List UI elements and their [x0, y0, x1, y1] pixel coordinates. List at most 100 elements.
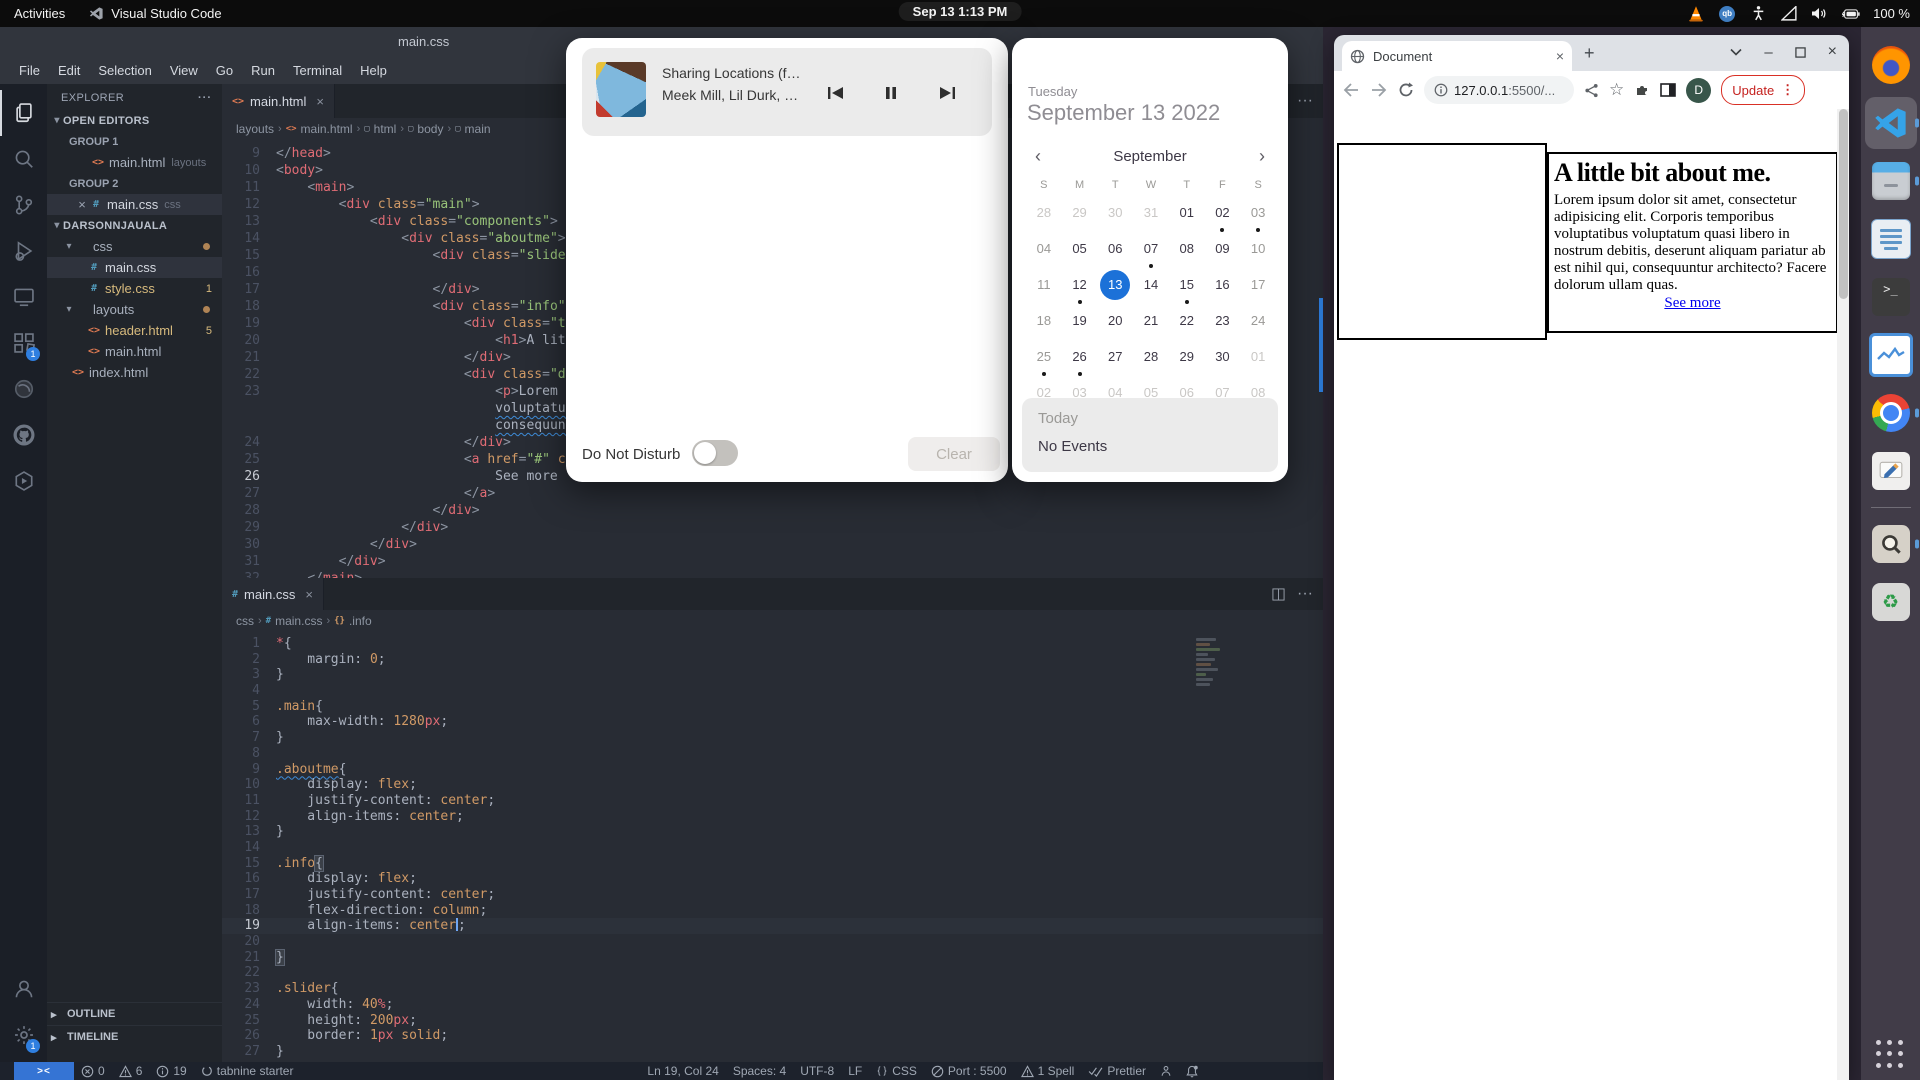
calendar-day-05[interactable]: 05 — [1062, 234, 1098, 270]
system-tray[interactable]: qb100 % — [1687, 0, 1910, 27]
section-outline[interactable]: ▸OUTLINE — [47, 1002, 222, 1025]
status-tabnine-starter[interactable]: tabnine starter — [194, 1062, 301, 1080]
tree-item-main-css[interactable]: #main.css — [47, 257, 222, 278]
calendar-day-24[interactable]: 24 — [1240, 306, 1276, 342]
calendar-day-17[interactable]: 17 — [1240, 270, 1276, 306]
status-lf[interactable]: LF — [841, 1062, 869, 1080]
breadcrumb-item[interactable]: layouts — [236, 122, 274, 136]
tree-item-header-html[interactable]: <>header.html5 — [47, 320, 222, 341]
status-port-5500[interactable]: Port : 5500 — [924, 1062, 1014, 1080]
breadcrumb-item[interactable]: ▢body — [408, 122, 443, 136]
close-tab-icon[interactable]: × — [316, 94, 324, 109]
reload-icon[interactable] — [1398, 82, 1414, 98]
tree-item-main-html[interactable]: <>main.html — [47, 341, 222, 362]
site-info-icon[interactable] — [1434, 83, 1448, 97]
source-control-icon[interactable] — [0, 182, 47, 228]
tab-main-html[interactable]: <> main.html × — [222, 84, 335, 118]
breadcrumb-item[interactable]: #main.css — [266, 614, 323, 628]
back-icon[interactable] — [1342, 83, 1360, 97]
minimize-icon[interactable]: – — [1764, 44, 1772, 61]
browser-tab[interactable]: Document × — [1342, 41, 1572, 71]
close-window-icon[interactable]: × — [1828, 43, 1837, 61]
section-timeline[interactable]: ▸TIMELINE — [47, 1025, 222, 1048]
calendar-day-04[interactable]: 04 — [1026, 234, 1062, 270]
remote-indicator[interactable]: >< — [14, 1062, 74, 1080]
minimap[interactable] — [1194, 636, 1228, 702]
section-open-editors[interactable]: ▾OPEN EDITORS — [47, 110, 222, 131]
calendar-day-10[interactable]: 10 — [1240, 234, 1276, 270]
calendar-day-28[interactable]: 28 — [1026, 198, 1062, 234]
prev-month-icon[interactable]: ‹ — [1026, 146, 1050, 167]
next-month-icon[interactable]: › — [1250, 146, 1274, 167]
calendar-day-15[interactable]: 15 — [1169, 270, 1205, 306]
vscode-icon[interactable] — [1865, 97, 1917, 149]
calendar-day-01[interactable]: 01 — [1240, 342, 1276, 378]
calendar-day-21[interactable]: 21 — [1133, 306, 1169, 342]
calendar-day-11[interactable]: 11 — [1026, 270, 1062, 306]
calendar-day-14[interactable]: 14 — [1133, 270, 1169, 306]
menu-edit[interactable]: Edit — [49, 60, 89, 81]
menu-go[interactable]: Go — [207, 60, 242, 81]
tree-item-main-css[interactable]: ×#main.csscss — [47, 194, 222, 215]
tab-main-css[interactable]: # main.css × — [222, 578, 324, 610]
side-panel-icon[interactable] — [1660, 83, 1676, 97]
tree-item-index-html[interactable]: <>index.html — [47, 362, 222, 383]
calendar-day-25[interactable]: 25 — [1026, 342, 1062, 378]
files-icon[interactable] — [1865, 155, 1917, 207]
live-preview-icon[interactable] — [0, 458, 47, 504]
screenshot-tool-icon[interactable] — [1865, 518, 1917, 570]
calendar-day-03[interactable]: 03 — [1240, 198, 1276, 234]
menu-help[interactable]: Help — [351, 60, 396, 81]
tree-item-style-css[interactable]: #style.css1 — [47, 278, 222, 299]
account-icon[interactable] — [0, 966, 47, 1012]
calendar-day-30[interactable]: 30 — [1097, 198, 1133, 234]
status-ln-19-col-24[interactable]: Ln 19, Col 24 — [640, 1062, 725, 1080]
calendar-day-22[interactable]: 22 — [1169, 306, 1205, 342]
calendar-day-07[interactable]: 07 — [1133, 234, 1169, 270]
status-utf-8[interactable]: UTF-8 — [793, 1062, 841, 1080]
address-bar[interactable]: 127.0.0.1:5500/... — [1424, 76, 1574, 104]
explorer-icon[interactable] — [0, 90, 47, 136]
share-icon[interactable] — [1584, 83, 1599, 98]
status-css[interactable]: CSS — [869, 1062, 924, 1080]
breadcrumb-item[interactable]: <>main.html — [286, 122, 353, 136]
calendar-day-30[interactable]: 30 — [1205, 342, 1241, 378]
profile-avatar[interactable]: D — [1686, 78, 1711, 103]
show-apps-button[interactable] — [1876, 1040, 1906, 1070]
calendar-day-20[interactable]: 20 — [1097, 306, 1133, 342]
breadcrumb-item[interactable]: css — [236, 614, 254, 628]
close-editor-icon[interactable]: × — [75, 197, 89, 212]
split-editor-icon[interactable] — [1272, 588, 1285, 601]
do-not-disturb-toggle[interactable] — [692, 440, 738, 466]
text-editor-icon[interactable] — [1865, 445, 1917, 497]
tree-item-group-2[interactable]: GROUP 2 — [47, 173, 222, 194]
media-player-card[interactable]: Sharing Locations (f… Meek Mill, Lil Dur… — [582, 48, 992, 136]
tree-item-layouts[interactable]: ▾layouts — [47, 299, 222, 320]
menu-selection[interactable]: Selection — [89, 60, 160, 81]
calendar-day-29[interactable]: 29 — [1062, 198, 1098, 234]
breadcrumb-item[interactable]: {}.info — [334, 614, 372, 628]
menu-file[interactable]: File — [10, 60, 49, 81]
new-tab-icon[interactable]: + — [1584, 43, 1595, 64]
next-track-icon[interactable] — [934, 82, 960, 104]
see-more-link[interactable]: See more — [1554, 295, 1831, 312]
browser-menu-icon[interactable]: ⋮ — [1781, 82, 1794, 98]
calendar-day-02[interactable]: 02 — [1205, 198, 1241, 234]
run-debug-icon[interactable] — [0, 228, 47, 274]
status-0[interactable]: 0 — [74, 1062, 112, 1080]
page-scrollbar[interactable] — [1837, 109, 1849, 1080]
calendar-day-16[interactable]: 16 — [1205, 270, 1241, 306]
menu-terminal[interactable]: Terminal — [284, 60, 351, 81]
tree-item-group-1[interactable]: GROUP 1 — [47, 131, 222, 152]
more-actions-icon[interactable]: ··· — [1297, 585, 1313, 603]
trash-icon[interactable]: ♻ — [1865, 576, 1917, 628]
status-prettier[interactable]: Prettier — [1081, 1062, 1153, 1080]
more-actions-icon[interactable]: ··· — [198, 92, 212, 104]
calendar-day-08[interactable]: 08 — [1169, 234, 1205, 270]
maximize-icon[interactable] — [1795, 47, 1806, 58]
status-bell[interactable] — [1179, 1062, 1205, 1080]
close-tab-icon[interactable]: × — [1556, 48, 1564, 64]
calendar-day-19[interactable]: 19 — [1062, 306, 1098, 342]
calendar-day-18[interactable]: 18 — [1026, 306, 1062, 342]
calendar-day-13[interactable]: 13 — [1097, 270, 1133, 306]
